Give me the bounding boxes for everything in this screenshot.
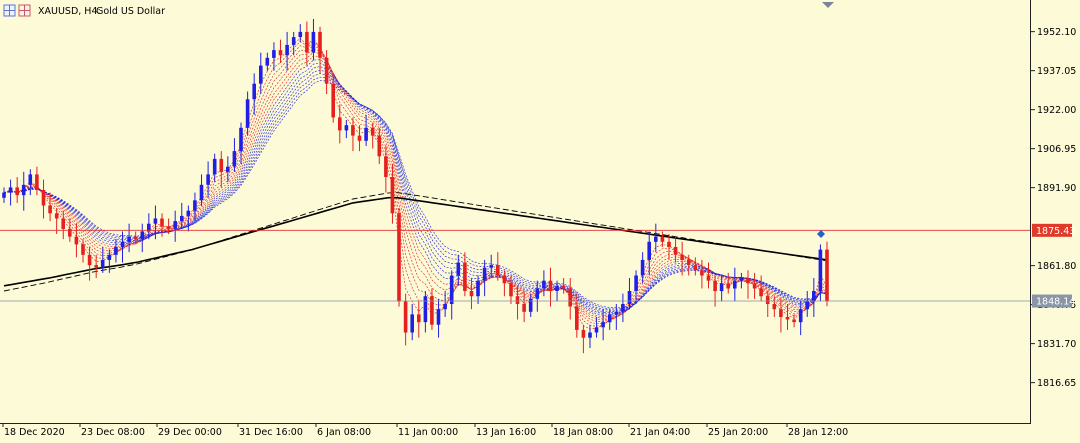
y-tick-label: 1831.70 bbox=[1037, 339, 1076, 350]
x-tick-label: 11 Jan 00:00 bbox=[398, 427, 458, 438]
grid-icon bbox=[3, 4, 16, 17]
x-tick-label: 18 Jan 08:00 bbox=[553, 427, 613, 438]
y-tick-label: 1816.65 bbox=[1037, 378, 1076, 389]
x-tick-label: 13 Jan 16:00 bbox=[476, 427, 536, 438]
price-marker-label: 1848.14 bbox=[1036, 297, 1075, 308]
symbol-label: XAUUSD, H4: bbox=[38, 6, 101, 17]
candle bbox=[825, 241, 829, 307]
y-tick-label: 1891.90 bbox=[1037, 183, 1076, 194]
header: XAUUSD, H4: Gold US Dollar bbox=[3, 4, 165, 17]
x-tick-label: 25 Jan 20:00 bbox=[708, 427, 768, 438]
grid-icon-2 bbox=[18, 4, 31, 17]
price-marker-label: 1875.43 bbox=[1036, 226, 1075, 237]
symbol-description: Gold US Dollar bbox=[96, 6, 165, 17]
x-tick-label: 28 Jan 12:00 bbox=[788, 427, 848, 438]
chart-window[interactable]: XAUUSD, H4: Gold US Dollar 1952.10 1937.0… bbox=[0, 0, 1080, 439]
y-tick-label: 1861.80 bbox=[1037, 261, 1076, 272]
y-tick-label: 1922.00 bbox=[1037, 105, 1076, 116]
x-tick-label: 6 Jan 08:00 bbox=[317, 427, 371, 438]
x-tick-label: 18 Dec 2020 bbox=[4, 427, 65, 438]
price-chart[interactable]: XAUUSD, H4: Gold US Dollar 1952.10 1937.0… bbox=[0, 0, 1080, 439]
x-tick-label: 23 Dec 08:00 bbox=[81, 427, 145, 438]
y-tick-label: 1952.10 bbox=[1037, 27, 1076, 38]
x-tick-label: 21 Jan 04:00 bbox=[630, 427, 690, 438]
x-tick-label: 31 Dec 16:00 bbox=[239, 427, 303, 438]
candle bbox=[397, 208, 401, 307]
x-tick-label: 29 Dec 00:00 bbox=[158, 427, 222, 438]
y-tick-label: 1906.95 bbox=[1037, 144, 1076, 155]
y-tick-label: 1937.05 bbox=[1037, 66, 1076, 77]
